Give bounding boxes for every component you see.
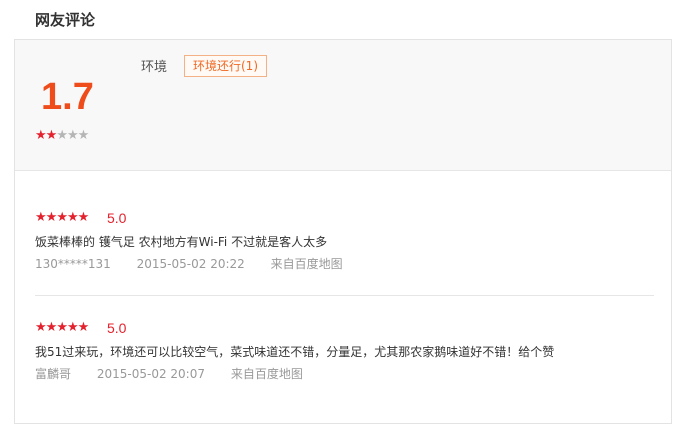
overall-score: 1.7	[41, 76, 94, 118]
review-star-rating: ★★★★★	[35, 319, 90, 337]
review-divider	[35, 295, 654, 296]
review-text: 我51过来玩，环境还可以比较空气，菜式味道还不错，分量足，尤其那农家鹅味道好不错…	[35, 345, 555, 359]
star-icon: ★	[77, 320, 90, 335]
star-icon: ★	[56, 210, 68, 225]
star-icon: ★	[45, 128, 58, 143]
review-date: 2015-05-02 20:22	[136, 257, 245, 271]
star-icon: ★	[45, 320, 58, 335]
review-rating: ★★★★★ 5.0	[35, 319, 655, 337]
tag-filter-badge[interactable]: 环境还行(1)	[184, 55, 267, 77]
review-date: 2015-05-02 20:07	[96, 367, 205, 381]
star-icon: ★	[66, 128, 79, 143]
section-title: 网友评论	[35, 11, 96, 29]
review-rating: ★★★★★ 5.0	[35, 209, 655, 227]
star-icon: ★	[56, 128, 68, 143]
review-source: 来自百度地图	[230, 367, 303, 381]
review-star-rating: ★★★★★	[35, 209, 90, 227]
review-meta: 130*****131 2015-05-02 20:22 来自百度地图	[35, 255, 655, 273]
star-icon: ★	[35, 210, 47, 225]
star-icon: ★	[77, 210, 90, 225]
star-icon: ★	[35, 128, 47, 143]
reviews-panel: 1.7 ★★★★★ 环境 环境还行(1) ★★★★★ 5.0 饭菜棒棒的 镬气足…	[14, 39, 672, 424]
tag-category-label: 环境	[141, 60, 168, 75]
review-text: 饭菜棒棒的 镬气足 农村地方有Wi-Fi 不过就是客人太多	[35, 235, 328, 249]
review-score: 5.0	[107, 320, 127, 336]
star-icon: ★	[66, 210, 79, 225]
star-icon: ★	[77, 128, 90, 143]
review-item: ★★★★★ 5.0 我51过来玩，环境还可以比较空气，菜式味道还不错，分量足，尤…	[35, 319, 655, 383]
review-score: 5.0	[107, 210, 127, 226]
star-icon: ★	[66, 320, 79, 335]
review-item: ★★★★★ 5.0 饭菜棒棒的 镬气足 农村地方有Wi-Fi 不过就是客人太多 …	[35, 209, 655, 273]
review-source: 来自百度地图	[270, 257, 343, 271]
rating-summary: 1.7 ★★★★★ 环境 环境还行(1)	[15, 40, 671, 171]
review-meta: 富麟哥 2015-05-02 20:07 来自百度地图	[35, 365, 655, 383]
review-user: 130*****131	[35, 257, 111, 271]
star-icon: ★	[35, 320, 47, 335]
review-user: 富麟哥	[35, 367, 72, 381]
star-icon: ★	[56, 320, 68, 335]
overall-star-rating: ★★★★★	[35, 128, 90, 144]
star-icon: ★	[45, 210, 58, 225]
